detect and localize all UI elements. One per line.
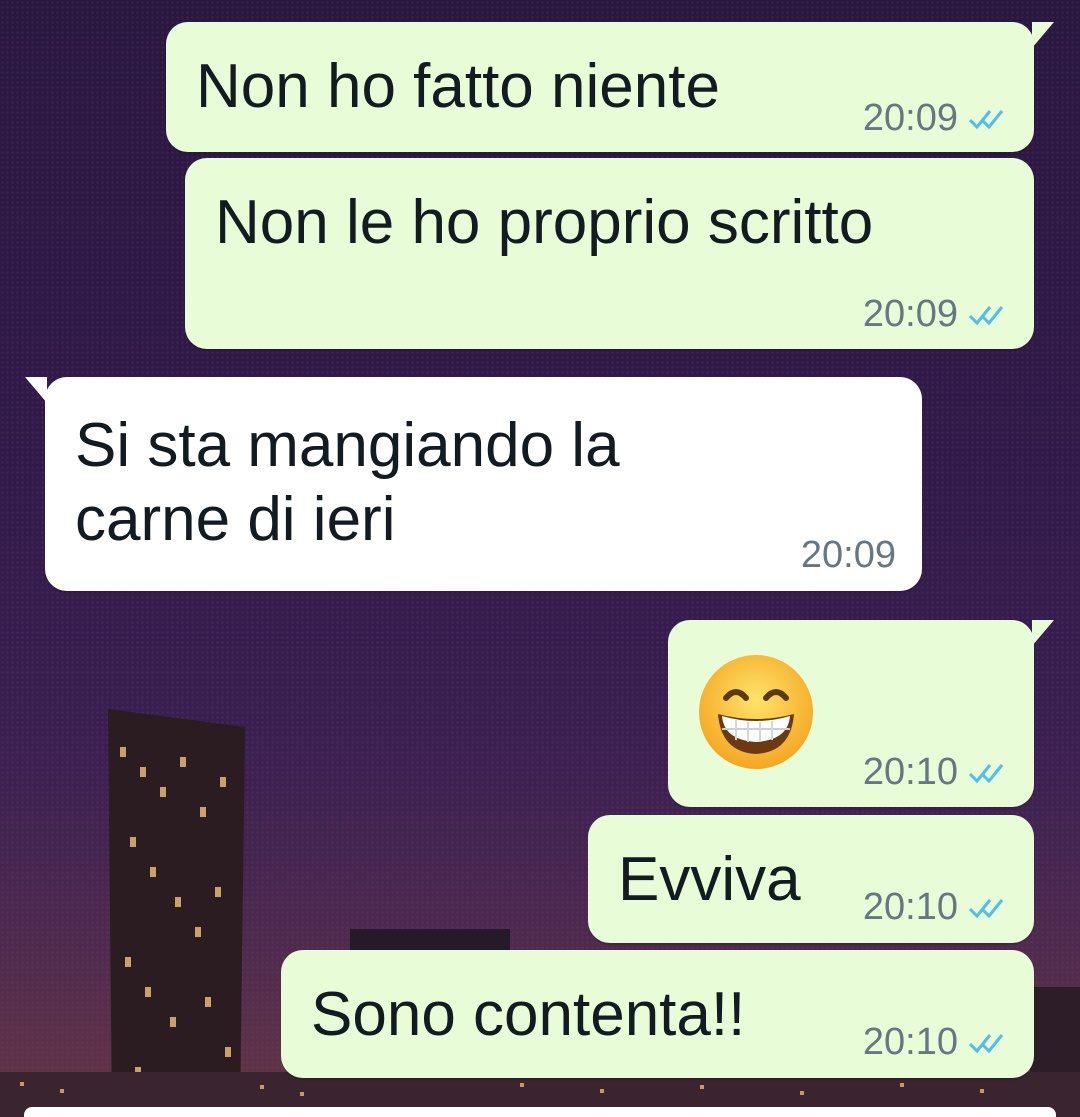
message-input-bar-edge <box>24 1107 1056 1117</box>
message-bubble-outgoing[interactable]: Non ho fatto niente 20:09 <box>166 22 1054 152</box>
message-time: 20:10 <box>862 1021 958 1063</box>
message-bubble-incoming[interactable]: Si sta mangiando la carne di ieri 20:09 <box>25 377 922 591</box>
message-time: 20:10 <box>862 886 958 928</box>
message-meta: 20:09 <box>863 292 1008 338</box>
message-text: Non ho fatto niente <box>196 52 720 121</box>
message-meta: 20:10 <box>863 1020 1008 1066</box>
double-check-read-icon <box>968 109 1004 130</box>
message-text: Si sta mangiando la carne di ieri <box>75 411 620 555</box>
message-text: Evviva <box>618 845 801 914</box>
message-bubble-outgoing[interactable]: Sono contenta!! 20:10 <box>281 950 1034 1078</box>
message-meta: 20:09 <box>863 96 1008 142</box>
message-text: Sono contenta!! <box>311 980 746 1049</box>
message-bubble-outgoing[interactable]: 20:10 <box>668 620 1054 807</box>
message-text: Non le ho proprio scritto <box>215 188 874 257</box>
message-meta: 20:10 <box>863 750 1008 796</box>
double-check-read-icon <box>968 763 1004 784</box>
message-bubble-outgoing[interactable]: Non le ho proprio scritto 20:09 <box>185 158 1034 349</box>
message-time: 20:09 <box>800 534 896 576</box>
message-meta: 20:10 <box>863 885 1008 931</box>
message-time: 20:10 <box>862 751 958 793</box>
message-meta: 20:09 <box>801 533 896 579</box>
message-bubble-outgoing[interactable]: Evviva 20:10 <box>588 815 1034 943</box>
double-check-read-icon <box>968 305 1004 326</box>
double-check-read-icon <box>968 898 1004 919</box>
double-check-read-icon <box>968 1033 1004 1054</box>
grinning-face-with-smiling-eyes-emoji <box>699 655 813 769</box>
message-time: 20:09 <box>862 97 958 139</box>
message-time: 20:09 <box>862 293 958 335</box>
